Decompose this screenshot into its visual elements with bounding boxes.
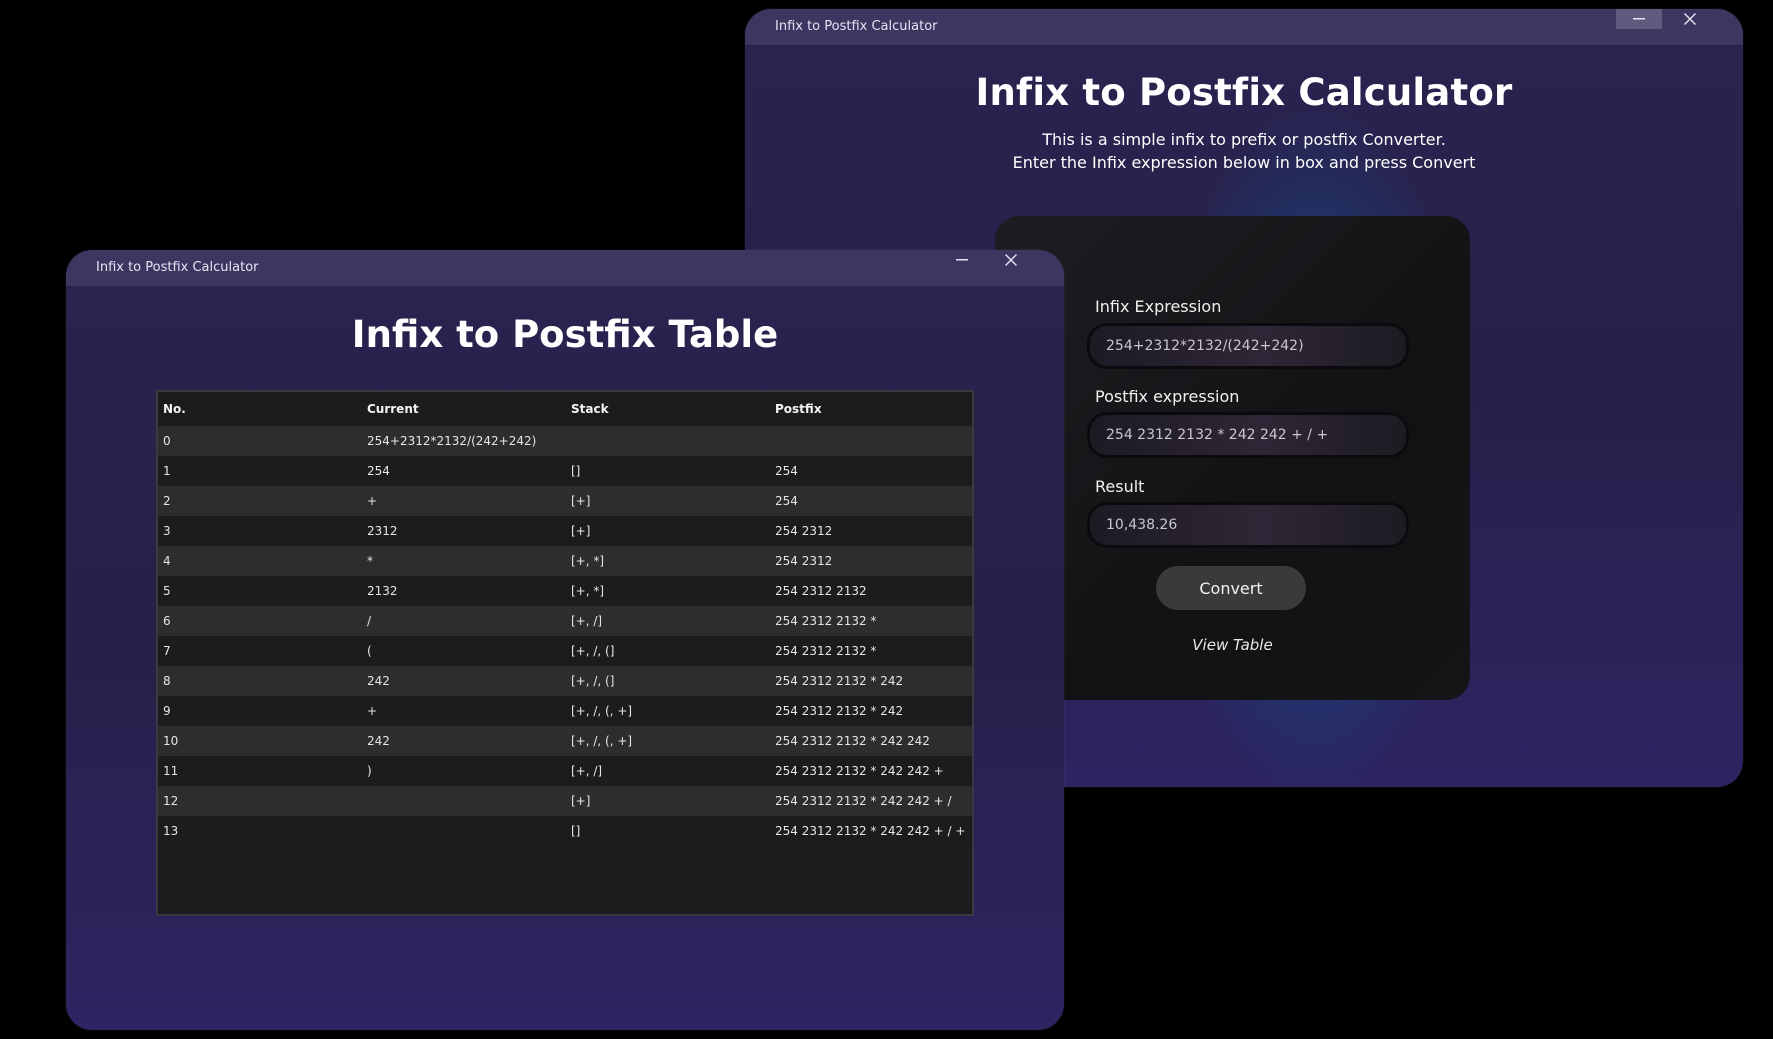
conversion-table: No. Current Stack Postfix 0 254+2312*2132… (156, 390, 974, 916)
table-row[interactable]: 5 2132 [+, *] 254 2312 2132 (158, 576, 972, 606)
table-row[interactable]: 11) [+, /] 254 2312 2132 * 242 242 + (158, 756, 972, 786)
cell-stack: [+, /, (] (571, 674, 615, 688)
cell-current: 2132 (367, 584, 398, 598)
table-header: No. Current Stack Postfix (158, 392, 972, 426)
postfix-output[interactable] (1087, 412, 1409, 458)
cell-no: 7 (163, 644, 171, 658)
infix-label: Infix Expression (1095, 297, 1222, 316)
close-icon (1005, 254, 1017, 266)
cell-no: 4 (163, 554, 171, 568)
cell-postfix: 254 2312 (775, 524, 833, 538)
cell-no: 9 (163, 704, 171, 718)
cell-no: 2 (163, 494, 171, 508)
calculator-titlebar[interactable]: Infix to Postfix Calculator (745, 9, 1743, 45)
cell-current: 2312 (367, 524, 398, 538)
cell-postfix: 254 2312 2132 * 242 (775, 674, 904, 688)
cell-no: 6 (163, 614, 171, 628)
cell-stack: [+, /, (] (571, 644, 615, 658)
cell-postfix: 254 2312 2132 * (775, 614, 877, 628)
window-title: Infix to Postfix Calculator (775, 19, 938, 34)
table-row[interactable]: 10 242 [+, /, (, +] 254 2312 2132 * 242 242 (158, 726, 972, 756)
close-button[interactable] (1667, 9, 1713, 29)
minimize-button[interactable] (1616, 9, 1662, 29)
column-header-current[interactable]: Current (367, 402, 419, 416)
cell-stack: [] (571, 464, 581, 478)
minimize-icon (1633, 18, 1645, 20)
table-row[interactable]: 8 242 [+, /, (] 254 2312 2132 * 242 (158, 666, 972, 696)
cell-no: 5 (163, 584, 171, 598)
cell-current: 242 (367, 734, 390, 748)
table-window: Infix to Postfix Calculator Infix to Pos… (66, 250, 1064, 1030)
cell-no: 1 (163, 464, 171, 478)
cell-no: 12 (163, 794, 179, 808)
table-row[interactable]: 2 + [+] 254 (158, 486, 972, 516)
cell-stack: [+, /, (, +] (571, 704, 633, 718)
cell-no: 13 (163, 824, 179, 838)
table-titlebar[interactable]: Infix to Postfix Calculator (66, 250, 1064, 286)
cell-postfix: 254 2312 2132 * (775, 644, 877, 658)
close-icon (1684, 13, 1696, 25)
table-row[interactable]: 3 2312 [+] 254 2312 (158, 516, 972, 546)
cell-current: * (367, 554, 373, 568)
cell-stack: [+, /] (571, 614, 603, 628)
column-header-postfix[interactable]: Postfix (775, 402, 822, 416)
cell-postfix: 254 2312 (775, 554, 833, 568)
cell-current: 254 (367, 464, 390, 478)
close-button[interactable] (988, 250, 1034, 270)
table-row[interactable]: 0 254+2312*2132/(242+242) (158, 426, 972, 456)
infix-input[interactable] (1087, 323, 1409, 369)
converter-card: Infix Expression Postfix expression Resu… (995, 216, 1470, 700)
cell-no: 10 (163, 734, 179, 748)
view-table-link[interactable]: View Table (995, 636, 1470, 654)
convert-button[interactable]: Convert (1156, 566, 1306, 610)
cell-postfix: 254 2312 2132 * 242 242 (775, 734, 930, 748)
table-row[interactable]: 1 254 [] 254 (158, 456, 972, 486)
cell-current: / (367, 614, 372, 628)
cell-postfix: 254 2312 2132 * 242 (775, 704, 904, 718)
result-output[interactable] (1087, 502, 1409, 548)
cell-current: + (367, 704, 378, 718)
table-row[interactable]: 4 * [+, *] 254 2312 (158, 546, 972, 576)
cell-no: 11 (163, 764, 179, 778)
cell-no: 3 (163, 524, 171, 538)
cell-current: + (367, 494, 378, 508)
cell-current: 254+2312*2132/(242+242) (367, 434, 537, 448)
table-row[interactable]: 13 [] 254 2312 2132 * 242 242 + / + (158, 816, 972, 846)
cell-current: ) (367, 764, 372, 778)
column-header-stack[interactable]: Stack (571, 402, 609, 416)
postfix-label: Postfix expression (1095, 387, 1240, 406)
window-title: Infix to Postfix Calculator (96, 260, 259, 275)
cell-stack: [+] (571, 794, 591, 808)
cell-postfix: 254 2312 2132 * 242 242 + / + (775, 824, 966, 838)
table-title: Infix to Postfix Table (351, 313, 779, 356)
cell-postfix: 254 2312 2132 * 242 242 + (775, 764, 944, 778)
table-row[interactable]: 6 / [+, /] 254 2312 2132 * (158, 606, 972, 636)
minimize-icon (956, 259, 968, 261)
description-line-2: Enter the Infix expression below in box … (1012, 153, 1476, 172)
cell-stack: [+, /, (, +] (571, 734, 633, 748)
column-header-no[interactable]: No. (163, 402, 186, 416)
cell-stack: [+, *] (571, 584, 605, 598)
page-title: Infix to Postfix Calculator (975, 71, 1513, 114)
cell-stack: [] (571, 824, 581, 838)
cell-postfix: 254 2312 2132 * 242 242 + / (775, 794, 952, 808)
cell-stack: [+] (571, 494, 591, 508)
cell-postfix: 254 (775, 464, 798, 478)
description-line-1: This is a simple infix to prefix or post… (1042, 130, 1446, 149)
cell-stack: [+, /] (571, 764, 603, 778)
cell-postfix: 254 2312 2132 (775, 584, 867, 598)
cell-current: ( (367, 644, 372, 658)
table-row[interactable]: 12 [+] 254 2312 2132 * 242 242 + / (158, 786, 972, 816)
cell-current: 242 (367, 674, 390, 688)
cell-postfix: 254 (775, 494, 798, 508)
cell-no: 8 (163, 674, 171, 688)
table-row[interactable]: 7 ( [+, /, (] 254 2312 2132 * (158, 636, 972, 666)
minimize-button[interactable] (939, 250, 985, 270)
cell-stack: [+] (571, 524, 591, 538)
cell-no: 0 (163, 434, 171, 448)
table-row[interactable]: 9 + [+, /, (, +] 254 2312 2132 * 242 (158, 696, 972, 726)
result-label: Result (1095, 477, 1145, 496)
cell-stack: [+, *] (571, 554, 605, 568)
